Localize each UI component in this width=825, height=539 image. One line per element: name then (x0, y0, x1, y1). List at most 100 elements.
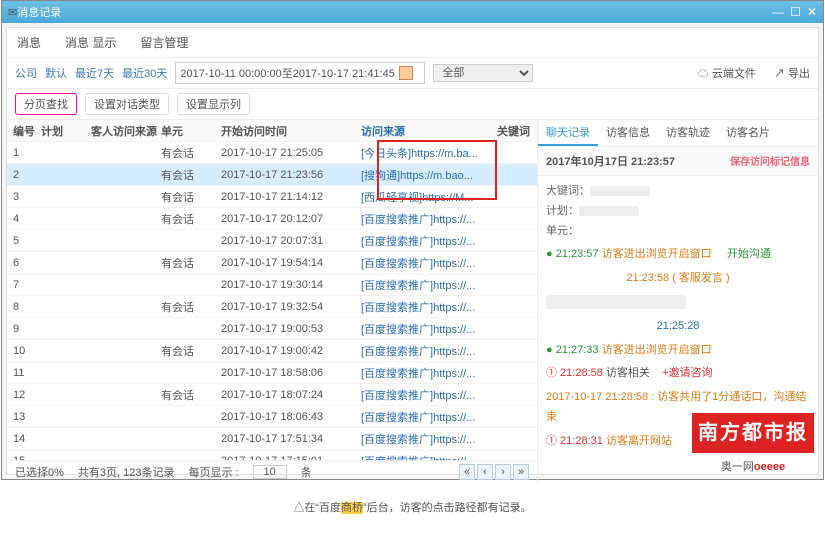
cell-index: 5 (7, 235, 41, 247)
table-row[interactable]: 8有会话2017-10-17 19:32:54[百度搜索推广]https://.… (7, 296, 537, 318)
tab-chatlog[interactable]: 聊天记录 (538, 120, 598, 146)
maximize-icon[interactable]: ☐ (790, 5, 801, 19)
cell-index: 3 (7, 191, 41, 203)
detail-body: 大键词： 计划： 单元： ● 21:23:57 访客进出浏览开启窗口 开始沟通 … (538, 176, 818, 482)
date-range-text: 2017-10-11 00:00:00至2017-10-17 21:41:45 (180, 65, 394, 81)
table-header: 编号 计划 客人访问来源 单元 开始访问时间 访问来源 关键词 (7, 120, 537, 142)
page-first-icon[interactable]: « (459, 464, 475, 480)
table-row[interactable]: 52017-10-17 20:07:31[百度搜索推广]https://... (7, 230, 537, 252)
cell-index: 1 (7, 147, 41, 159)
table-row[interactable]: 10 有会话2017-10-17 19:00:42[百度搜索推广]https://… (7, 340, 537, 362)
ev5-right: +邀请咨询 (662, 367, 712, 379)
col-time[interactable]: 开始访问时间 (221, 123, 361, 139)
table-row[interactable]: 6有会话2017-10-17 19:54:14[百度搜索推广]https://.… (7, 252, 537, 274)
cell-time: 2017-10-17 17:51:34 (221, 433, 361, 445)
toolbar-right: ☁ 云端文件 ↗ 导出 (698, 65, 810, 81)
page-prev-icon[interactable]: ‹ (477, 464, 493, 480)
cell-index: 14 (7, 433, 41, 445)
cell-time: 2017-10-17 21:14:12 (221, 191, 361, 203)
table-row[interactable]: 112017-10-17 18:58:06[百度搜索推广]https://... (7, 362, 537, 384)
table-row[interactable]: 92017-10-17 19:00:53[百度搜索推广]https://... (7, 318, 537, 340)
minimize-icon[interactable]: — (772, 5, 784, 19)
pill-paging[interactable]: 分页查找 (15, 93, 77, 115)
tab-visitorinfo[interactable]: 访客信息 (598, 120, 658, 146)
table-row[interactable]: 142017-10-17 17:51:34[百度搜索推广]https://... (7, 428, 537, 450)
ev7-text: 访客离开网站 (606, 435, 672, 447)
watermark-sub: 奥一网oeeee (692, 453, 814, 478)
cell-visitsrc: [搜狗通]https://m.bao... (361, 167, 497, 183)
ev1-text: 访客进出浏览开启窗口 (602, 248, 712, 260)
table-row[interactable]: 132017-10-17 18:06:43[百度搜索推广]https://... (7, 406, 537, 428)
cell-visitsrc: [百度搜索推广]https://... (361, 343, 497, 359)
ev5-time: ① 21:28:58 (546, 367, 603, 379)
tb-30days[interactable]: 最近30天 (122, 65, 167, 81)
calendar-icon[interactable] (399, 66, 413, 80)
lbl-unit: 单元： (546, 225, 579, 237)
nav-display[interactable]: 消息 显示 (65, 34, 116, 51)
ev1-time: ● 21:23:57 (546, 248, 599, 260)
tb-company[interactable]: 公司 (15, 65, 37, 81)
cell-time: 2017-10-17 19:32:54 (221, 301, 361, 313)
cell-index: 9 (7, 323, 41, 335)
lbl-plan: 计划： (546, 205, 579, 217)
col-unit[interactable]: 单元 (161, 123, 221, 139)
cell-time: 2017-10-17 21:25:05 (221, 147, 361, 159)
table-row[interactable]: 4有会话2017-10-17 20:12:07[百度搜索推广]https://.… (7, 208, 537, 230)
date-range-input[interactable]: 2017-10-11 00:00:00至2017-10-17 21:41:45 (175, 62, 425, 84)
col-keyword[interactable]: 关键词 (497, 123, 537, 139)
page-next-icon[interactable]: › (495, 464, 511, 480)
table-row[interactable]: 152017-10-17 17:15:01[百度搜索推广]https://... (7, 450, 537, 460)
ev7-time: ① 21:28:31 (546, 435, 603, 447)
col-index[interactable]: 编号 (7, 123, 41, 139)
save-tag-link[interactable]: 保存访问标记信息 (730, 153, 810, 169)
cell-index: 8 (7, 301, 41, 313)
close-icon[interactable]: ✕ (807, 5, 817, 19)
col-source[interactable]: 客人访问来源 (91, 123, 161, 139)
ev4-time: ● 21:27:33 (546, 344, 599, 356)
toolbar: 公司 默认 最近7天 最近30天 2017-10-11 00:00:00至201… (7, 58, 818, 89)
cell-visitsrc: [百度搜索推广]https://... (361, 453, 497, 461)
pgsize-suffix: 条 (301, 464, 312, 480)
pgsize-input[interactable]: 10 (253, 465, 287, 479)
cell-unit: 有会话 (161, 343, 221, 359)
cell-index: 4 (7, 213, 41, 225)
tb-default[interactable]: 默认 (45, 65, 67, 81)
page-total: 共有3页, 123条记录 (78, 464, 175, 480)
pill-chattype[interactable]: 设置对话类型 (85, 93, 169, 115)
cell-unit: 有会话 (161, 299, 221, 315)
selected-pct: 已选择0% (15, 464, 64, 480)
page-last-icon[interactable]: » (513, 464, 529, 480)
window-title: 消息记录 (17, 4, 61, 20)
nav-leavemsg[interactable]: 留言管理 (140, 34, 188, 51)
cell-visitsrc: [百度搜索推广]https://... (361, 321, 497, 337)
detail-timestamp: 2017年10月17日 21:23:57 (546, 153, 675, 169)
col-visitsrc[interactable]: 访问来源 (361, 123, 497, 139)
val-keyword (590, 186, 650, 196)
tab-visitortrack[interactable]: 访客轨迹 (658, 120, 718, 146)
content: 编号 计划 客人访问来源 单元 开始访问时间 访问来源 关键词 1有会话2017… (7, 120, 818, 482)
table-footer: 已选择0% 共有3页, 123条记录 每页显示 : 10 条 « ‹ › » (7, 460, 537, 482)
cell-time: 2017-10-17 19:00:42 (221, 345, 361, 357)
app-window: ✉ 消息记录 — ☐ ✕ 消息 消息 显示 留言管理 公司 默认 最近7天 最近… (1, 0, 824, 480)
table-row[interactable]: 72017-10-17 19:30:14[百度搜索推广]https://... (7, 274, 537, 296)
cell-visitsrc: [百度搜索推广]https://... (361, 387, 497, 403)
filter-select[interactable]: 全部 (433, 64, 533, 82)
nav-messages[interactable]: 消息 (17, 34, 41, 51)
pill-columns[interactable]: 设置显示列 (177, 93, 250, 115)
cloud-files[interactable]: ☁ 云端文件 (698, 65, 756, 81)
table-row[interactable]: 2有会话2017-10-17 21:23:56[搜狗通]https://m.ba… (7, 164, 537, 186)
table-row[interactable]: 3有会话2017-10-17 21:14:12[西瓜轻享视]https://M.… (7, 186, 537, 208)
tab-visitorcard[interactable]: 访客名片 (718, 120, 778, 146)
tb-7days[interactable]: 最近7天 (75, 65, 114, 81)
cell-visitsrc: [百度搜索推广]https://... (361, 365, 497, 381)
cell-index: 10 (7, 345, 41, 357)
app-body: 消息 消息 显示 留言管理 公司 默认 最近7天 最近30天 2017-10-1… (6, 27, 819, 475)
col-plan[interactable]: 计划 (41, 123, 91, 139)
ev2-time: 21:23:58 ( 客服发言 ) (626, 272, 729, 284)
table-row[interactable]: 1有会话2017-10-17 21:25:05[今日头条]https://m.b… (7, 142, 537, 164)
sub-toolbar: 分页查找 设置对话类型 设置显示列 (7, 89, 818, 120)
table-row[interactable]: 12有会话2017-10-17 18:07:24[百度搜索推广]https://… (7, 384, 537, 406)
export-button[interactable]: ↗ 导出 (774, 65, 810, 81)
cell-time: 2017-10-17 21:23:56 (221, 169, 361, 181)
table-body: 1有会话2017-10-17 21:25:05[今日头条]https://m.b… (7, 142, 537, 460)
